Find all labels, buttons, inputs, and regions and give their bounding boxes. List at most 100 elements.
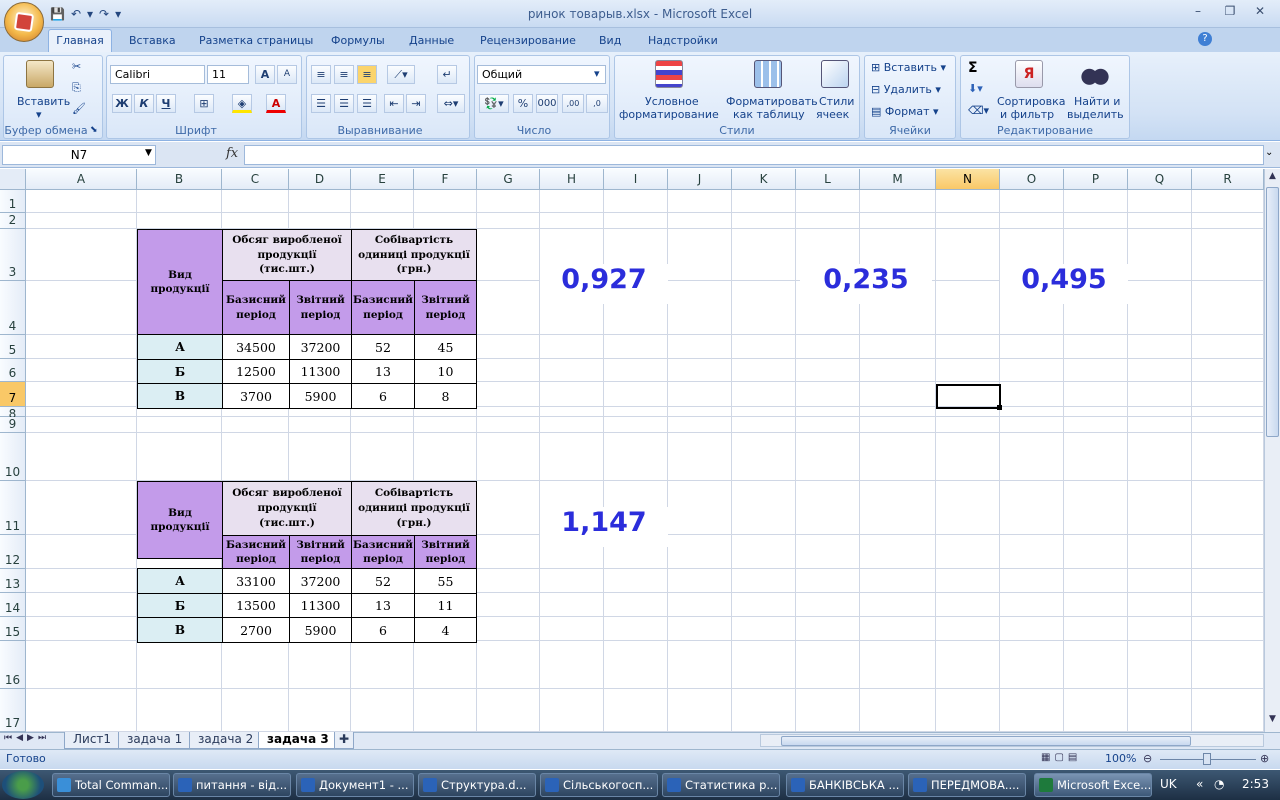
align-center-icon[interactable]: ☰	[334, 94, 354, 113]
table1-cell-v2[interactable]: 11300	[289, 359, 352, 384]
format-as-table-label-2[interactable]: как таблицу	[733, 108, 805, 121]
table1-cell-name[interactable]: Б	[137, 359, 223, 384]
language-indicator[interactable]: UK	[1160, 777, 1177, 791]
number-format-dropdown-icon[interactable]: ▾	[594, 67, 600, 80]
horizontal-scrollbar[interactable]	[760, 734, 1264, 747]
align-top-icon[interactable]: ≡	[311, 65, 331, 84]
view-buttons-icon[interactable]: ▦▢▤	[1041, 752, 1081, 763]
table2-cell-name[interactable]: Б	[137, 593, 223, 618]
format-cells-button[interactable]: ▤ Формат ▾	[871, 105, 939, 118]
borders-icon[interactable]: ⊞	[194, 94, 214, 113]
table1-cell-c2[interactable]: 10	[414, 359, 477, 384]
merge-center-icon[interactable]: ⇔▾	[437, 94, 465, 113]
fill-color-icon[interactable]: ◈	[232, 94, 252, 113]
table1-cell-v2[interactable]: 37200	[289, 334, 352, 360]
row-header-3[interactable]: 3	[0, 229, 26, 281]
column-header-d[interactable]: D	[289, 169, 351, 190]
sheet-tab-3[interactable]: задача 2	[189, 732, 263, 749]
taskbar-item[interactable]: Сільськогосп...	[540, 773, 658, 797]
find-select-icon[interactable]	[1081, 60, 1109, 88]
table2-cell-v1[interactable]: 2700	[222, 617, 290, 643]
column-header-f[interactable]: F	[414, 169, 477, 190]
wrap-text-icon[interactable]: ↵	[437, 65, 457, 84]
font-name-select[interactable]: Calibri	[110, 65, 205, 84]
row-header-2[interactable]: 2	[0, 213, 26, 229]
table1-cell-name[interactable]: А	[137, 334, 223, 360]
taskbar-item[interactable]: БАНКІВСЬКА ...	[786, 773, 904, 797]
thousands-button[interactable]: 000	[536, 94, 558, 113]
column-header-k[interactable]: K	[732, 169, 796, 190]
table1-cell-v1[interactable]: 3700	[222, 383, 290, 409]
tab-review[interactable]: Рецензирование	[480, 34, 576, 52]
name-box-dropdown-icon[interactable]: ▼	[145, 148, 152, 158]
sort-filter-label-2[interactable]: и фильтр	[1000, 108, 1054, 121]
cell-styles-label-2[interactable]: ячеек	[816, 108, 849, 121]
sheet-tab-active[interactable]: задача 3	[258, 732, 338, 749]
shrink-font-button[interactable]: A	[277, 65, 297, 84]
column-header-m[interactable]: M	[860, 169, 936, 190]
taskbar-item[interactable]: Структура.d...	[418, 773, 536, 797]
format-as-table-label-1[interactable]: Форматировать	[726, 95, 818, 108]
row-header-4[interactable]: 4	[0, 281, 26, 335]
zoom-level[interactable]: 100%	[1105, 752, 1136, 765]
row-header-13[interactable]: 13	[0, 569, 26, 593]
taskbar-item[interactable]: питання - від...	[173, 773, 291, 797]
zoom-out-icon[interactable]: ⊖	[1143, 752, 1152, 765]
column-header-i[interactable]: I	[604, 169, 668, 190]
table1-cell-c1[interactable]: 52	[351, 334, 415, 360]
fill-icon[interactable]: ⬇▾	[968, 82, 983, 95]
copy-icon[interactable]: ⎘	[72, 81, 81, 95]
vertical-scrollbar[interactable]: ▲ ▼	[1264, 169, 1280, 732]
scroll-up-icon[interactable]: ▲	[1266, 171, 1279, 185]
table2-cell-c1[interactable]: 13	[351, 593, 415, 618]
table2-cell-name[interactable]: В	[137, 617, 223, 643]
align-right-icon[interactable]: ☰	[357, 94, 377, 113]
format-painter-icon[interactable]: 🖌	[72, 102, 86, 115]
row-header-6[interactable]: 6	[0, 359, 26, 382]
column-header-q[interactable]: Q	[1128, 169, 1192, 190]
insert-cells-button[interactable]: ⊞ Вставить ▾	[871, 61, 946, 74]
horizontal-scroll-thumb[interactable]	[781, 736, 1191, 746]
percent-button[interactable]: %	[513, 94, 533, 113]
delete-cells-button[interactable]: ⊟ Удалить ▾	[871, 83, 941, 96]
column-header-b[interactable]: B	[137, 169, 222, 190]
table2-cell-c2[interactable]: 11	[414, 593, 477, 618]
zoom-in-icon[interactable]: ⊕	[1260, 752, 1269, 765]
increase-indent-icon[interactable]: ⇥	[406, 94, 426, 113]
column-header-l[interactable]: L	[796, 169, 860, 190]
table2-cell-c2[interactable]: 55	[414, 568, 477, 594]
find-select-label-2[interactable]: выделить	[1067, 108, 1124, 121]
tab-page-layout[interactable]: Разметка страницы	[199, 34, 313, 52]
table2-cell-v2[interactable]: 37200	[289, 568, 352, 594]
sheet-nav-icons[interactable]: ⏮◀▶⏭	[4, 733, 50, 743]
start-button[interactable]	[2, 771, 44, 799]
scroll-down-icon[interactable]: ▼	[1266, 714, 1279, 728]
tab-data[interactable]: Данные	[409, 34, 454, 52]
minimize-button[interactable]: –	[1188, 4, 1208, 20]
conditional-formatting-label-2[interactable]: форматирование	[619, 108, 719, 121]
italic-button[interactable]: К	[134, 94, 154, 113]
table1-cell-c1[interactable]: 6	[351, 383, 415, 409]
row-header-5[interactable]: 5	[0, 335, 26, 359]
sheet-tab-2[interactable]: задача 1	[118, 732, 192, 749]
number-format-select[interactable]: Общий	[477, 65, 606, 84]
fill-handle[interactable]	[997, 405, 1002, 410]
clipboard-launcher-icon[interactable]: ⬊	[90, 125, 98, 135]
format-as-table-icon[interactable]	[754, 60, 782, 88]
table2-cell-c1[interactable]: 6	[351, 617, 415, 643]
row-header-1[interactable]: 1	[0, 190, 26, 213]
taskbar-item[interactable]: Статистика р...	[662, 773, 780, 797]
align-bottom-icon[interactable]: ≡	[357, 65, 377, 84]
table1-cell-v1[interactable]: 34500	[222, 334, 290, 360]
column-header-r[interactable]: R	[1192, 169, 1264, 190]
bold-button[interactable]: Ж	[112, 94, 132, 113]
clear-icon[interactable]: ⌫▾	[968, 104, 989, 117]
column-header-j[interactable]: J	[668, 169, 732, 190]
table1-cell-name[interactable]: В	[137, 383, 223, 409]
font-color-icon[interactable]: A	[266, 94, 286, 113]
increase-decimal-button[interactable]: ,00	[562, 94, 584, 113]
table2-cell-name[interactable]: А	[137, 568, 223, 594]
row-header-16[interactable]: 16	[0, 641, 26, 689]
taskbar-item[interactable]: ПЕРЕДМОВА....	[908, 773, 1026, 797]
table2-cell-v2[interactable]: 5900	[289, 617, 352, 643]
